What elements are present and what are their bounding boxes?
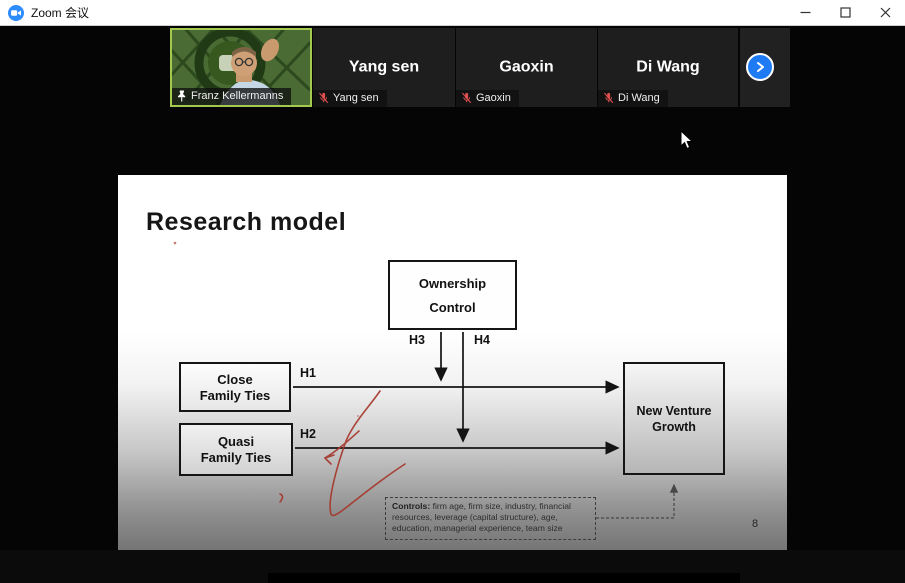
shared-screen-slide: Research model Ownership Control Close	[118, 175, 787, 550]
muted-mic-icon	[603, 92, 614, 104]
pinned-icon	[177, 90, 187, 102]
box-close-family-ties: Close Family Ties	[179, 362, 291, 412]
minimize-button[interactable]	[785, 0, 825, 25]
box-label-line: Close	[217, 372, 252, 387]
box-quasi-family-ties: Quasi Family Ties	[179, 423, 293, 476]
hypothesis-label-h2: H2	[300, 427, 316, 441]
participant-display-name: Yang sen	[313, 58, 455, 76]
window-title: Zoom 会议	[31, 4, 89, 21]
next-participants-button[interactable]	[746, 53, 774, 81]
muted-mic-icon	[318, 92, 329, 104]
participant-display-name: Gaoxin	[456, 58, 597, 76]
participant-name: Franz Kellermanns	[191, 90, 283, 102]
muted-mic-icon	[461, 92, 472, 104]
box-label-line: Family Ties	[201, 450, 272, 465]
box-label-line: New Venture	[636, 404, 711, 418]
participant-name-plate: Yang sen	[313, 90, 387, 107]
controls-note-box: Controls: firm age, firm size, industry,…	[385, 497, 596, 540]
participant-name-plate: Di Wang	[598, 90, 668, 107]
box-label-line: Quasi	[218, 434, 254, 449]
participant-name: Yang sen	[333, 92, 379, 104]
box-label-line: Growth	[652, 420, 696, 434]
video-tile-yang-sen[interactable]: Yang sen Yang sen	[313, 28, 455, 107]
box-label-line: Ownership	[419, 276, 486, 291]
background-window-edge	[268, 573, 740, 583]
video-tile-franz-kellermanns[interactable]: Franz Kellermanns	[170, 28, 312, 107]
slide-title: Research model	[146, 208, 346, 237]
participant-name-plate: Gaoxin	[456, 90, 519, 107]
participant-name: Gaoxin	[476, 92, 511, 104]
participant-display-name: Di Wang	[598, 58, 738, 76]
hypothesis-label-h4: H4	[474, 333, 490, 347]
title-bar: Zoom 会议	[0, 0, 905, 26]
box-new-venture-growth: New Venture Growth	[623, 362, 725, 475]
close-icon	[880, 7, 891, 18]
minimize-icon	[800, 7, 811, 18]
controls-note-prefix: Controls:	[392, 501, 430, 511]
chevron-right-icon	[753, 60, 767, 74]
maximize-icon	[840, 7, 851, 18]
zoom-app-icon	[8, 5, 24, 21]
box-label-line: Control	[429, 300, 475, 315]
slide-page-number: 8	[752, 518, 758, 530]
participant-name-plate: Franz Kellermanns	[172, 88, 291, 105]
hypothesis-label-h3: H3	[409, 333, 425, 347]
mouse-cursor	[680, 130, 694, 150]
video-tile-di-wang[interactable]: Di Wang Di Wang	[598, 28, 738, 107]
hypothesis-label-h1: H1	[300, 366, 316, 380]
box-label-line: Family Ties	[200, 388, 271, 403]
maximize-button[interactable]	[825, 0, 865, 25]
participant-name: Di Wang	[618, 92, 660, 104]
video-tile-gaoxin[interactable]: Gaoxin Gaoxin	[456, 28, 597, 107]
close-button[interactable]	[865, 0, 905, 25]
bottom-background	[0, 550, 905, 583]
box-ownership-control: Ownership Control	[388, 260, 517, 330]
zoom-meeting-window: Zoom 会议	[0, 0, 905, 583]
